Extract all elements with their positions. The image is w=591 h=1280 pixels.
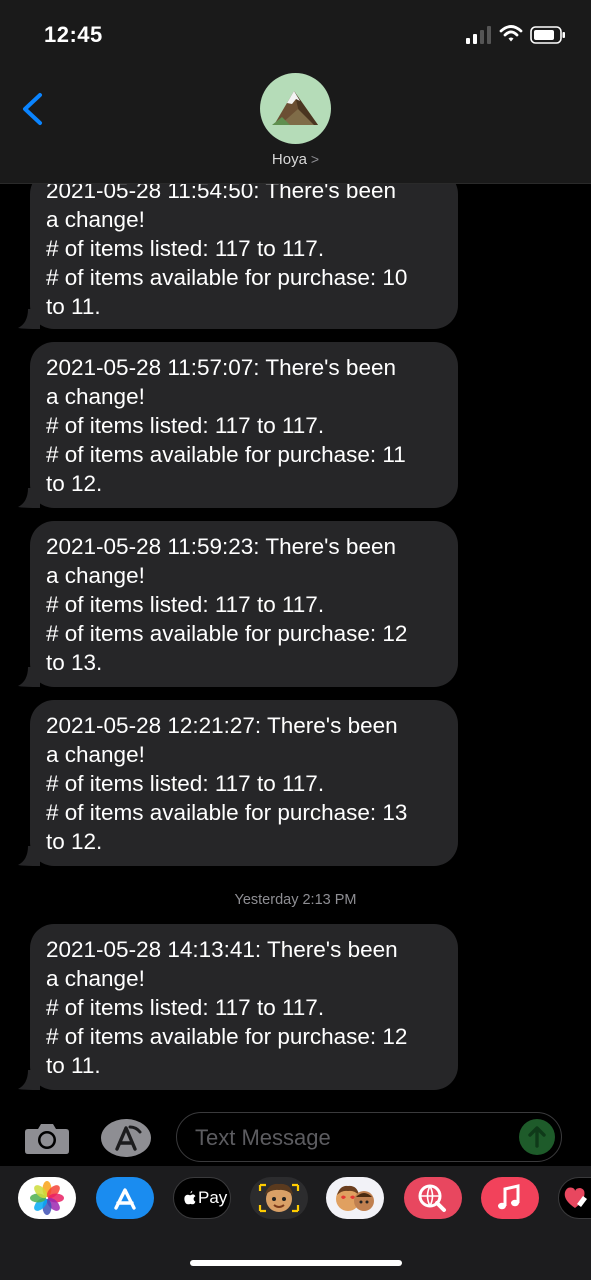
message-bubble[interactable]: 2021-05-28 11:57:07: There's been a chan… — [18, 342, 458, 508]
digital-touch-button[interactable] — [558, 1177, 591, 1219]
message-bubble[interactable]: 2021-05-28 11:59:23: There's been a chan… — [18, 521, 458, 687]
message-line: # of items listed: 117 to 117. — [46, 995, 325, 1020]
message-timestamp: Yesterday 2:13 PM — [234, 892, 357, 908]
photos-app-button[interactable] — [18, 1177, 76, 1219]
photos-icon — [30, 1181, 64, 1215]
message-line: a change! — [46, 207, 145, 232]
memoji-button[interactable] — [250, 1177, 308, 1219]
message-line: # of items available for purchase: 12 — [46, 1024, 408, 1049]
chevron-right-icon: > — [310, 151, 320, 167]
status-time: 12:45 — [44, 22, 103, 47]
contact-name-button[interactable]: Hoya > — [0, 151, 591, 168]
apple-pay-button[interactable]: Pay — [173, 1177, 231, 1219]
compose-bar: Text Message — [0, 1110, 591, 1166]
back-chevron-icon[interactable] — [20, 92, 46, 126]
message-line: a change! — [46, 742, 145, 767]
contact-avatar[interactable] — [260, 73, 331, 144]
message-line: # of items listed: 117 to 117. — [46, 413, 325, 438]
message-line: to 13. — [46, 650, 103, 675]
message-line: # of items available for purchase: 12 — [46, 621, 408, 646]
message-bubble[interactable]: 2021-05-28 12:21:27: There's been a chan… — [18, 700, 458, 866]
app-drawer: Pay — [0, 1166, 591, 1280]
apple-pay-label: Pay — [198, 1188, 228, 1207]
message-line: # of items available for purchase: 10 — [46, 265, 408, 290]
message-line: # of items available for purchase: 13 — [46, 800, 408, 825]
message-line: a change! — [46, 384, 145, 409]
message-bubble[interactable]: 2021-05-28 11:54:50: There's been a chan… — [18, 184, 458, 329]
message-line: 2021-05-28 11:57:07: There's been — [46, 355, 396, 380]
message-line: to 11. — [46, 294, 101, 319]
app-store-icon — [114, 1188, 136, 1210]
cellular-signal-icon — [466, 26, 491, 44]
bubble-tail — [18, 488, 40, 508]
message-line: 2021-05-28 14:13:41: There's been — [46, 937, 398, 962]
web-search-icon — [418, 1184, 446, 1212]
digital-touch-icon — [564, 1187, 587, 1208]
message-text-field[interactable]: Text Message — [176, 1112, 562, 1162]
message-line: to 11. — [46, 1053, 101, 1078]
wifi-icon — [499, 25, 523, 42]
message-line: # of items listed: 117 to 117. — [46, 592, 325, 617]
web-search-button[interactable] — [404, 1177, 462, 1219]
apple-logo-icon — [184, 1190, 196, 1205]
bubble-tail — [18, 1070, 40, 1090]
message-line: to 12. — [46, 829, 103, 854]
message-line: a change! — [46, 563, 145, 588]
bubble-tail — [18, 309, 40, 329]
message-placeholder: Text Message — [195, 1125, 331, 1150]
arrow-up-icon — [528, 1126, 546, 1148]
message-line: # of items listed: 117 to 117. — [46, 771, 325, 796]
bubble-tail — [18, 667, 40, 687]
home-indicator[interactable] — [190, 1260, 402, 1266]
send-button[interactable] — [519, 1119, 555, 1155]
app-store-button[interactable] — [96, 1177, 154, 1219]
message-line: 2021-05-28 11:59:23: There's been — [46, 534, 396, 559]
animoji-stickers-icon — [336, 1185, 374, 1211]
music-button[interactable] — [481, 1177, 539, 1219]
message-line: 2021-05-28 11:54:50: There's been — [46, 184, 396, 203]
message-line: a change! — [46, 966, 145, 991]
contact-name: Hoya — [271, 151, 307, 168]
music-icon — [498, 1184, 520, 1210]
message-line: # of items available for purchase: 11 — [46, 442, 406, 467]
status-bar: 12:45 — [0, 0, 591, 60]
bubble-tail — [18, 846, 40, 866]
mountain-icon — [272, 91, 318, 125]
message-bubble[interactable]: 2021-05-28 14:13:41: There's been a chan… — [18, 924, 458, 1090]
message-list[interactable]: 2021-05-28 11:54:50: There's been a chan… — [0, 184, 591, 1110]
message-line: # of items listed: 117 to 117. — [46, 236, 325, 261]
animoji-stickers-button[interactable] — [326, 1177, 384, 1219]
battery-icon — [530, 26, 565, 44]
camera-icon[interactable] — [24, 1121, 70, 1155]
message-line: 2021-05-28 12:21:27: There's been — [46, 713, 398, 738]
app-store-drawer-icon[interactable] — [100, 1118, 152, 1158]
memoji-icon — [258, 1183, 300, 1213]
message-line: to 12. — [46, 471, 103, 496]
